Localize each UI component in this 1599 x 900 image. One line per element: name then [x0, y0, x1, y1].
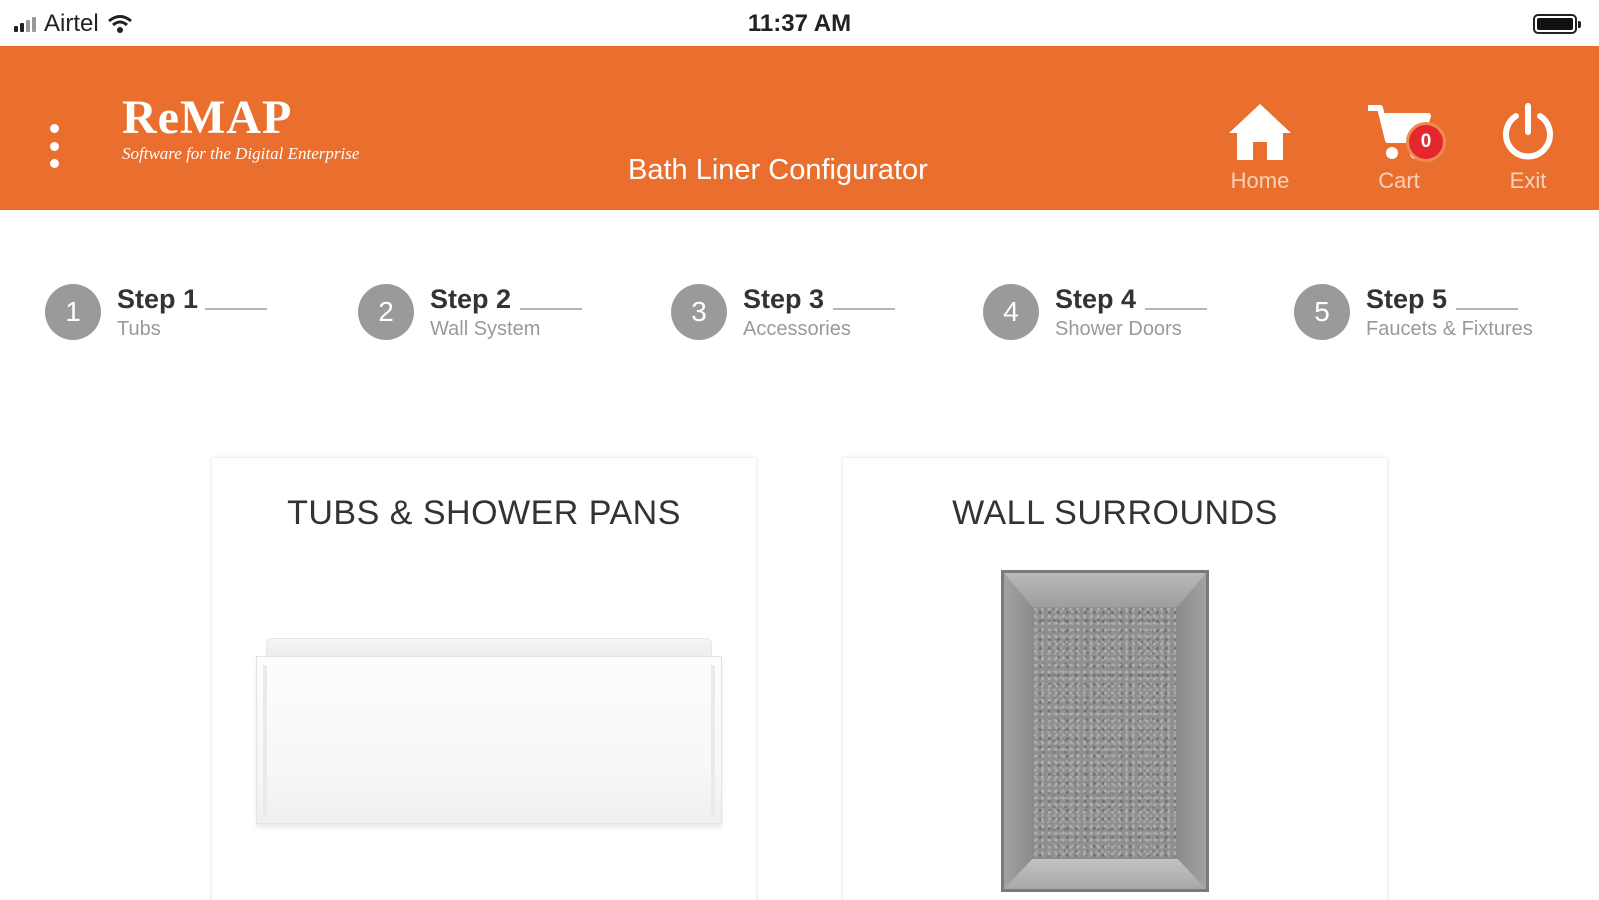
status-bar: Airtel 11:37 AM	[0, 0, 1599, 46]
step-subtitle: Tubs	[117, 318, 161, 340]
step-connector	[1145, 308, 1207, 310]
step-number: 3	[671, 284, 727, 340]
power-icon	[1503, 103, 1553, 160]
logo-tagline: Software for the Digital Enterprise	[122, 144, 360, 163]
category-card-tubs[interactable]: TUBS & SHOWER PANS	[212, 458, 756, 900]
step-number: 5	[1294, 284, 1350, 340]
battery-icon	[1533, 14, 1581, 34]
step-subtitle: Shower Doors	[1055, 318, 1182, 340]
step-subtitle: Wall System	[430, 318, 541, 340]
bathtub-image	[256, 638, 722, 828]
exit-label: Exit	[1509, 168, 1547, 193]
logo-name: ReMAP	[122, 91, 293, 144]
home-button[interactable]: Home	[1222, 102, 1298, 194]
carrier-name: Airtel	[44, 10, 99, 37]
home-label: Home	[1230, 168, 1290, 193]
step-title: Step 4	[1055, 284, 1137, 314]
cart-label: Cart	[1378, 168, 1420, 193]
app-header: ReMAP Software for the Digital Enterpris…	[0, 46, 1599, 210]
remap-logo: ReMAP Software for the Digital Enterpris…	[122, 94, 359, 164]
step-title: Step 3	[743, 284, 825, 314]
cart-button[interactable]: 0 Cart	[1364, 102, 1446, 194]
step-title: Step 2	[430, 284, 512, 314]
status-time: 11:37 AM	[747, 10, 852, 37]
home-icon	[1229, 104, 1291, 160]
step-number: 4	[983, 284, 1039, 340]
cart-count-badge: 0	[1406, 122, 1446, 162]
exit-button[interactable]: Exit	[1496, 102, 1560, 194]
step-connector	[1456, 308, 1518, 310]
category-title: WALL SURROUNDS	[952, 494, 1278, 532]
step-connector	[205, 308, 267, 310]
status-bar-left: Airtel	[14, 10, 133, 38]
step-connector	[833, 308, 895, 310]
wall-surround-image	[1001, 570, 1209, 892]
category-card-walls[interactable]: WALL SURROUNDS	[843, 458, 1387, 900]
category-title: TUBS & SHOWER PANS	[287, 494, 681, 532]
step-title: Step 1	[117, 284, 199, 314]
signal-icon	[14, 16, 36, 32]
step-subtitle: Faucets & Fixtures	[1366, 318, 1533, 340]
step-progress: 1 Step 1 Tubs 2 Step 2 Wall System 3 Ste…	[0, 280, 1599, 350]
step-connector	[520, 308, 582, 310]
menu-icon[interactable]	[44, 124, 64, 168]
step-number: 2	[358, 284, 414, 340]
page-title: Bath Liner Configurator	[628, 154, 928, 186]
step-subtitle: Accessories	[743, 318, 851, 340]
wifi-icon	[107, 15, 132, 33]
step-number: 1	[45, 284, 101, 340]
step-title: Step 5	[1366, 284, 1448, 314]
